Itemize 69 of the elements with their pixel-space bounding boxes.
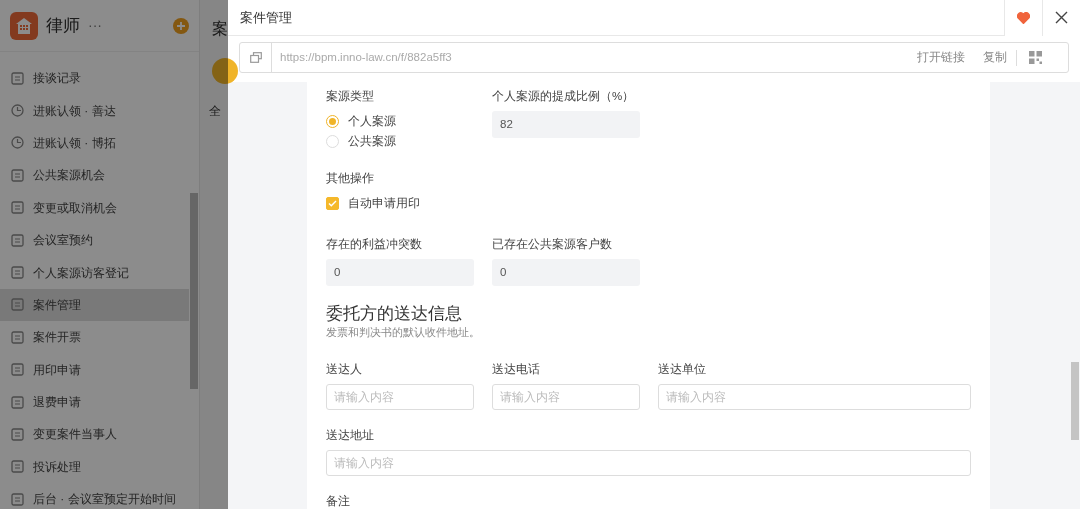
form-icon [11,71,24,85]
section-title: 委托方的送达信息 [326,303,463,325]
sidebar-item[interactable]: 后台 · 会议室预定开始时间 [0,483,189,509]
input-field[interactable]: 请输入内容 [658,383,971,410]
close-button[interactable] [1042,0,1080,36]
readonly-field: 0 [326,258,474,286]
sidebar-item[interactable]: 会议室预约 [0,223,189,257]
radio-label[interactable]: 公共案源 [348,132,396,150]
logo-icon [10,11,38,40]
clock-icon [11,104,24,118]
sidebar-item[interactable]: 用印申请 [0,353,189,386]
window-icon [249,52,262,63]
field-label: 送达人 [326,361,363,377]
form-icon [11,460,24,474]
readonly-field: 82 [492,111,640,139]
field-label: 个人案源的提成比例（%） [492,89,636,104]
sidebar-item[interactable]: 退费申请 [0,385,189,419]
app-name: 律师 [46,14,80,37]
sidebar-item[interactable]: 公共案源机会 [0,159,189,192]
field-label: 送达单位 [658,361,707,377]
sidebar-item[interactable]: 进账认领 · 善达 [0,94,189,127]
radio-label[interactable]: 个人案源 [348,112,396,130]
form-icon [11,168,24,182]
sidebar-item[interactable]: 案件开票 [0,321,189,354]
sidebar-item[interactable]: 投诉处理 [0,450,189,484]
form-icon [11,266,24,280]
form-icon [11,363,24,377]
form-icon [11,201,24,215]
section-subtitle: 发票和判决书的默认收件地址。 [326,325,481,341]
drawer-title: 案件管理 [239,8,293,27]
field-label: 存在的利益冲突数 [326,236,423,252]
sidebar-item[interactable]: 变更案件当事人 [0,418,189,451]
form-icon [11,330,24,344]
close-icon [1055,11,1068,24]
page-title: 案 [212,19,228,39]
copy-button[interactable]: 复制 [974,48,1016,67]
checkbox[interactable] [326,197,339,210]
more-button[interactable]: ··· [88,15,102,36]
checkbox-label[interactable]: 自动申请用印 [348,194,420,213]
form-icon [11,395,24,409]
sidebar-item[interactable]: 个人案源访客登记 [0,256,189,289]
scrollbar-thumb[interactable] [190,193,198,389]
readonly-field: 0 [492,258,640,286]
input-field[interactable]: 请输入内容 [492,383,640,410]
field-label: 送达地址 [326,427,375,443]
form-icon [11,428,24,441]
url-text: https://bpm.inno-law.cn/f/882a5ff3 [279,49,453,65]
input-field[interactable]: 请输入内容 [326,383,474,410]
heart-icon [1017,11,1030,24]
input-field[interactable]: 请输入内容 [326,450,971,477]
filter-tab[interactable]: 全 [209,102,221,120]
scrollbar-thumb[interactable] [1071,362,1079,440]
sidebar-item[interactable]: 接谈记录 [0,62,189,95]
field-label: 案源类型 [326,89,375,104]
sidebar-item[interactable]: 变更或取消机会 [0,191,189,224]
field-label: 其他操作 [326,171,375,187]
round-button[interactable] [212,58,238,84]
sidebar-item[interactable]: 进账认领 · 博拓 [0,126,189,160]
clock-icon [11,136,24,150]
field-label: 备注 [326,494,351,509]
form-icon [11,298,24,312]
field-label: 已存在公共案源客户数 [492,236,613,252]
form-icon [11,233,24,247]
sidebar-item[interactable]: 案件管理 [0,288,189,322]
form-icon [11,492,24,506]
favorite-button[interactable] [1004,0,1042,36]
field-label: 送达电话 [492,361,541,377]
add-icon[interactable] [173,17,189,34]
open-link-button[interactable]: 打开链接 [908,48,974,67]
